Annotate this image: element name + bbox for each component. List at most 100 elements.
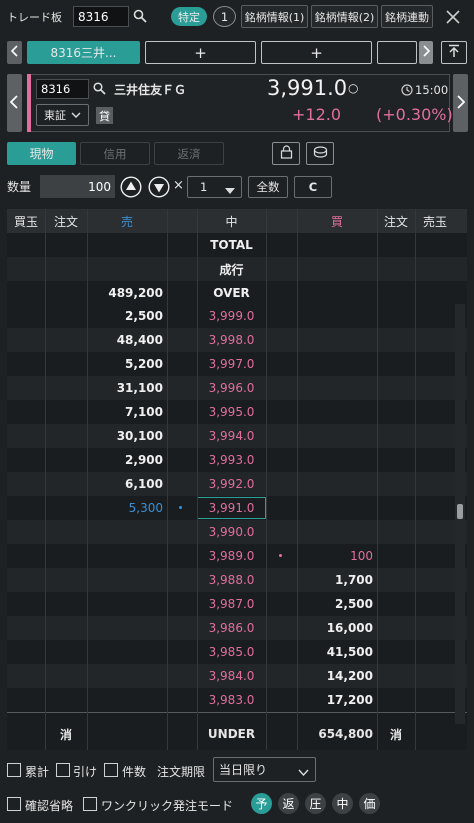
buy-qty-cell[interactable]: 100 xyxy=(297,544,377,568)
cancel-all-sell-button[interactable]: 消 xyxy=(45,722,87,746)
price-cell[interactable]: 3,985.0 xyxy=(197,640,266,664)
all-qty-button[interactable]: 全数 xyxy=(248,176,288,198)
buy-qty-cell[interactable]: 16,000 xyxy=(297,616,377,640)
code-input[interactable]: 8316 xyxy=(73,6,129,27)
price-cell[interactable]: 3,996.0 xyxy=(197,376,266,400)
tab-scroll-left[interactable] xyxy=(7,41,22,64)
buy-qty-cell[interactable] xyxy=(297,472,377,496)
under-buy-qty[interactable]: 654,800 xyxy=(297,722,377,746)
sell-qty-cell[interactable] xyxy=(87,592,167,616)
price-cell[interactable]: 3,991.0 xyxy=(197,497,266,519)
tab-hensai[interactable]: 返済 xyxy=(154,142,224,165)
price-cell[interactable]: 3,987.0 xyxy=(197,592,266,616)
stock-info-1-button[interactable]: 銘柄情報(1) xyxy=(241,5,308,28)
stock-code-input[interactable]: 8316 xyxy=(36,79,89,99)
market-select[interactable]: 東証 xyxy=(36,104,89,126)
sell-qty-cell[interactable] xyxy=(87,233,167,257)
kensu-checkbox[interactable] xyxy=(104,763,118,777)
price-cell[interactable]: 3,997.0 xyxy=(197,352,266,376)
price-cell[interactable]: 3,990.0 xyxy=(197,520,266,544)
cumulative-checkbox[interactable] xyxy=(7,763,21,777)
period-select[interactable]: 当日限り xyxy=(213,757,316,782)
buy-qty-cell[interactable]: 2,500 xyxy=(297,592,377,616)
buy-qty-cell[interactable]: 1,700 xyxy=(297,568,377,592)
sell-qty-cell[interactable] xyxy=(87,664,167,688)
buy-qty-cell[interactable] xyxy=(297,304,377,328)
yoyaku-toggle[interactable]: 予 xyxy=(251,793,272,814)
stock-info-2-button[interactable]: 銘柄情報(2) xyxy=(311,5,378,28)
sell-qty-cell[interactable]: 30,100 xyxy=(87,424,167,448)
sell-qty-cell[interactable] xyxy=(87,688,167,712)
pin-top-button[interactable] xyxy=(441,41,467,64)
sell-qty-cell[interactable] xyxy=(87,640,167,664)
tokutei-badge[interactable]: 特定 xyxy=(171,7,207,26)
price-cell[interactable]: 3,984.0 xyxy=(197,664,266,688)
search-icon[interactable] xyxy=(133,9,147,23)
sell-qty-cell[interactable]: 2,900 xyxy=(87,448,167,472)
price-cell[interactable]: 3,988.0 xyxy=(197,568,266,592)
tab-add-2[interactable]: + xyxy=(261,41,372,64)
hikeru-checkbox[interactable] xyxy=(56,763,70,777)
sell-qty-cell[interactable]: 6,100 xyxy=(87,472,167,496)
price-cell[interactable]: 3,992.0 xyxy=(197,472,266,496)
sell-qty-cell[interactable]: 48,400 xyxy=(87,328,167,352)
buy-qty-cell[interactable]: 14,200 xyxy=(297,664,377,688)
account-count-button[interactable]: 1 xyxy=(213,6,236,27)
naka-toggle[interactable]: 中 xyxy=(332,793,353,814)
tab-scroll-right[interactable] xyxy=(419,41,433,64)
price-cell[interactable]: 3,995.0 xyxy=(197,400,266,424)
qty-down-icon[interactable] xyxy=(148,176,170,198)
buy-qty-cell[interactable] xyxy=(297,496,377,520)
tab-add-3[interactable] xyxy=(377,41,417,64)
sell-qty-cell[interactable]: 2,500 xyxy=(87,304,167,328)
price-cell[interactable]: 3,993.0 xyxy=(197,448,266,472)
buy-qty-cell[interactable] xyxy=(297,400,377,424)
qty-input[interactable]: 100 xyxy=(40,175,115,198)
tab-shinyo[interactable]: 信用 xyxy=(80,142,150,165)
price-cell[interactable]: 3,989.0 xyxy=(197,544,266,568)
sell-qty-cell[interactable]: 7,100 xyxy=(87,400,167,424)
unit-select[interactable]: 1 xyxy=(187,176,242,198)
buy-qty-cell[interactable]: 17,200 xyxy=(297,688,377,712)
next-stock-button[interactable] xyxy=(453,74,468,132)
sell-qty-cell[interactable]: 5,200 xyxy=(87,352,167,376)
buy-qty-cell[interactable] xyxy=(297,328,377,352)
buy-qty-cell[interactable]: 41,500 xyxy=(297,640,377,664)
sell-qty-cell[interactable]: 5,300 xyxy=(87,496,167,520)
sell-qty-cell[interactable] xyxy=(87,257,167,281)
sell-qty-cell[interactable]: 489,200 xyxy=(87,281,167,305)
buy-qty-cell[interactable] xyxy=(297,352,377,376)
tab-add-1[interactable]: + xyxy=(145,41,256,64)
buy-qty-cell[interactable] xyxy=(297,424,377,448)
price-cell[interactable]: 3,983.0 xyxy=(197,688,266,712)
price-cell[interactable]: 3,998.0 xyxy=(197,328,266,352)
close-icon[interactable] xyxy=(445,9,461,25)
stock-link-button[interactable]: 銘柄連動 xyxy=(381,5,433,28)
board-scrollbar-thumb[interactable] xyxy=(457,504,463,519)
buy-qty-cell[interactable] xyxy=(297,376,377,400)
kakaku-toggle[interactable]: 価 xyxy=(359,793,380,814)
sell-qty-cell[interactable]: 31,100 xyxy=(87,376,167,400)
search-icon[interactable] xyxy=(93,82,106,95)
hensai-toggle[interactable]: 返 xyxy=(278,793,299,814)
price-cell[interactable]: 3,999.0 xyxy=(197,304,266,328)
sell-qty-cell[interactable] xyxy=(87,544,167,568)
clear-button[interactable]: C xyxy=(294,176,332,198)
buy-qty-cell[interactable] xyxy=(297,448,377,472)
coins-button[interactable] xyxy=(306,142,334,165)
tab-genbutsu[interactable]: 現物 xyxy=(7,142,76,165)
qty-up-icon[interactable] xyxy=(120,176,142,198)
sell-qty-cell[interactable] xyxy=(87,616,167,640)
tab-active-stock[interactable]: 8316三井... xyxy=(27,41,140,64)
sell-qty-cell[interactable] xyxy=(87,568,167,592)
prev-stock-button[interactable] xyxy=(7,74,22,132)
lock-button[interactable] xyxy=(272,142,300,165)
atsu-toggle[interactable]: 圧 xyxy=(305,793,326,814)
price-cell[interactable]: 3,994.0 xyxy=(197,424,266,448)
cancel-all-buy-button[interactable]: 消 xyxy=(377,722,415,746)
sell-qty-cell[interactable] xyxy=(87,520,167,544)
confirm-skip-checkbox[interactable] xyxy=(7,797,21,811)
buy-qty-cell[interactable] xyxy=(297,520,377,544)
one-click-checkbox[interactable] xyxy=(83,797,97,811)
price-cell[interactable]: 3,986.0 xyxy=(197,616,266,640)
